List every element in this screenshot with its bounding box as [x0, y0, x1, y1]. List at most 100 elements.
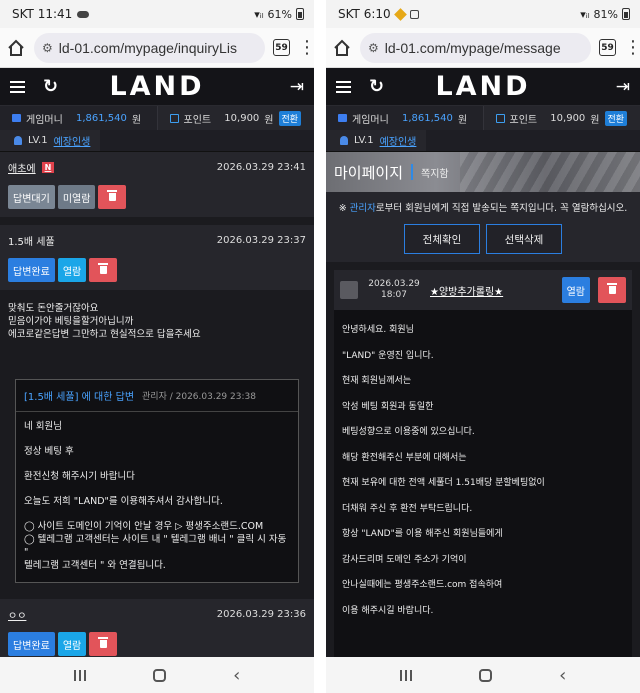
back-icon[interactable]: ‹ [233, 665, 240, 686]
message-title[interactable]: ★양방추가롤링★ [430, 283, 554, 298]
cloud-icon [77, 10, 90, 18]
url-text: ld-01.com/mypage/inquiryLis [58, 39, 237, 56]
level-label: LV.1 [28, 135, 48, 146]
message-line: 악성 베팅 회원과 동일한 [342, 401, 434, 412]
delete-button[interactable] [98, 185, 127, 209]
message-line: 더채워 주신 후 환전 부탁드립니다. [342, 503, 473, 514]
message-line: 감사드리며 도메인 주소가 기억이 [342, 554, 467, 565]
message-checkbox[interactable] [340, 281, 358, 299]
status-answered-button[interactable]: 답변완료 [8, 632, 55, 656]
battery-percent: 61% [267, 7, 292, 21]
inquiry-title[interactable]: 애초에 N [8, 160, 55, 175]
answer-meta: 관리자 / 2026.03.29 23:38 [142, 392, 256, 402]
delete-selected-button[interactable]: 선택삭제 [486, 224, 562, 254]
money-bar: 게임머니 1,861,540 원 포인트 10,900 원 전환 [0, 106, 314, 130]
inquiry-list: 애초에 N 2026.03.29 23:41 답변대기 미열람 1.5배 세풀 2… [0, 152, 314, 657]
question-line: 믿음이가야 베팅을할거아닙니까 [8, 316, 134, 327]
android-nav-bar: ‹ [0, 657, 314, 693]
point-label: 포인트 [509, 114, 538, 126]
convert-button[interactable]: 전환 [604, 110, 628, 126]
site-header: ↻ LAND ⇥ [0, 68, 314, 106]
username-link[interactable]: 예장인생 [54, 133, 91, 148]
inquiry-title[interactable]: 1.5배 세풀 [8, 233, 55, 248]
question-line: 맞춰도 돈안줄거잖아요 [8, 303, 99, 314]
menu-icon[interactable] [336, 80, 351, 93]
message-line: 해당 환전해주신 부분에 대해서는 [342, 452, 467, 463]
home-button-icon[interactable] [478, 668, 492, 682]
status-waiting-button[interactable]: 답변대기 [8, 185, 55, 209]
trash-icon [98, 637, 109, 648]
site-settings-icon[interactable]: ⚙ [368, 41, 379, 55]
message-notice: ※ 관리자로부터 회원님에게 직접 발송되는 쪽지입니다. 꼭 열람하십시오. … [326, 192, 640, 262]
recent-apps-icon[interactable] [399, 669, 412, 681]
delete-button[interactable] [598, 277, 626, 303]
read-button[interactable]: 열람 [561, 277, 590, 303]
signal-icon: ▾ᵢₗ [580, 7, 590, 21]
gift-icon [495, 113, 505, 123]
answer-bullet: ◯ 사이트 도메인이 기억이 안날 경우 ▷ 평생주소랜드.COM [24, 521, 264, 532]
answer-bullet: ◯ 텔레그램 고객센터는 사이트 내 " 텔레그램 배너 " 클릭 시 자동 " [24, 534, 287, 558]
answer-box: [1.5배 세풀] 에 대한 답변 관리자 / 2026.03.29 23:38… [15, 379, 299, 583]
logout-icon[interactable]: ⇥ [616, 77, 630, 97]
refresh-icon[interactable]: ↻ [369, 77, 384, 96]
url-field[interactable]: ⚙ ld-01.com/mypage/inquiryLis [34, 32, 265, 63]
read-button[interactable]: 열람 [57, 632, 87, 656]
tab-switcher-button[interactable]: 59 [273, 39, 290, 56]
page-title: 마이페이지 [334, 163, 404, 182]
recent-apps-icon[interactable] [73, 669, 86, 681]
message-datetime: 2026.03.29 18:07 [366, 279, 422, 301]
home-icon[interactable] [332, 38, 352, 58]
point-label: 포인트 [183, 114, 212, 126]
currency-label: 원 [590, 114, 600, 126]
message-line: 현재 보유에 대한 전액 세풀더 1.51배당 분할베팅없이 [342, 478, 545, 488]
site-logo[interactable]: LAND [109, 71, 204, 102]
inquiry-title-text: 1.5배 세풀 [8, 236, 55, 248]
site-logo[interactable]: LAND [435, 71, 530, 102]
check-all-button[interactable]: 전체확인 [404, 224, 480, 254]
url-text: ld-01.com/mypage/message [384, 39, 561, 56]
inquiry-item: 1.5배 세풀 2026.03.29 23:37 답변완료 열람 [0, 225, 314, 290]
read-button[interactable]: 열람 [57, 258, 87, 282]
status-bar: SKT 6:10 ▾ᵢₗ 81% [326, 0, 640, 28]
site-header: ↻ LAND ⇥ [326, 68, 640, 106]
status-time: SKT 11:41 [12, 7, 73, 21]
right-screenshot: SKT 6:10 ▾ᵢₗ 81% ⚙ ld-01.com/mypage/messag… [326, 0, 640, 693]
site-settings-icon[interactable]: ⚙ [42, 41, 53, 55]
point-value: 10,900 [224, 112, 260, 124]
unread-button[interactable]: 미열람 [57, 185, 96, 209]
username-link[interactable]: 예장인생 [380, 133, 417, 148]
left-screenshot: SKT 11:41 ▾ᵢₗ 61% ⚙ ld-01.com/mypage/inqui… [0, 0, 314, 693]
more-menu-icon[interactable]: ⋮ [298, 38, 314, 57]
browser-address-bar: ⚙ ld-01.com/mypage/inquiryLis 59 ⋮ [0, 28, 314, 68]
inquiry-date: 2026.03.29 23:41 [216, 161, 306, 173]
answer-line: 오늘도 저희 "LAND"를 이용해주셔서 감사합니다. [24, 496, 223, 507]
message-line: 안나실때에는 평생주소랜드.com 접속하여 [342, 580, 503, 590]
level-bar: LV.1 예장인생 [0, 130, 314, 152]
question-line: 에코로같은답변 그만하고 현실적으로 답을주세요 [8, 329, 201, 340]
trash-icon [107, 190, 118, 201]
inquiry-date: 2026.03.29 23:36 [216, 608, 306, 620]
delete-button[interactable] [89, 258, 118, 282]
logout-icon[interactable]: ⇥ [290, 77, 304, 97]
delete-button[interactable] [89, 632, 118, 656]
inquiry-title[interactable]: ㅇㅇ [8, 607, 26, 622]
home-icon[interactable] [6, 38, 26, 58]
more-menu-icon[interactable]: ⋮ [624, 38, 640, 57]
back-icon[interactable]: ‹ [559, 665, 566, 686]
answer-line: 정상 베팅 후 [24, 446, 74, 457]
mypage-banner: 마이페이지 쪽지함 [326, 152, 640, 192]
game-money-label: 게임머니 [26, 114, 63, 126]
answer-line: 네 회원님 [24, 421, 62, 432]
refresh-icon[interactable]: ↻ [43, 77, 58, 96]
currency-label: 원 [131, 114, 142, 126]
tab-switcher-button[interactable]: 59 [599, 39, 616, 56]
notice-prefix: ※ [338, 203, 350, 214]
convert-button[interactable]: 전환 [278, 110, 302, 126]
url-field[interactable]: ⚙ ld-01.com/mypage/message [360, 32, 591, 63]
answer-body: 네 회원님 정상 베팅 후 환전신청 해주시기 바랍니다 오늘도 저희 "LAN… [16, 412, 298, 582]
home-button-icon[interactable] [152, 668, 166, 682]
status-answered-button[interactable]: 답변완료 [8, 258, 55, 282]
message-line: 베팅성향으로 이용중에 있으십니다. [342, 427, 475, 437]
menu-icon[interactable] [10, 80, 25, 93]
message-line: "LAND" 운영진 입니다. [342, 350, 434, 361]
